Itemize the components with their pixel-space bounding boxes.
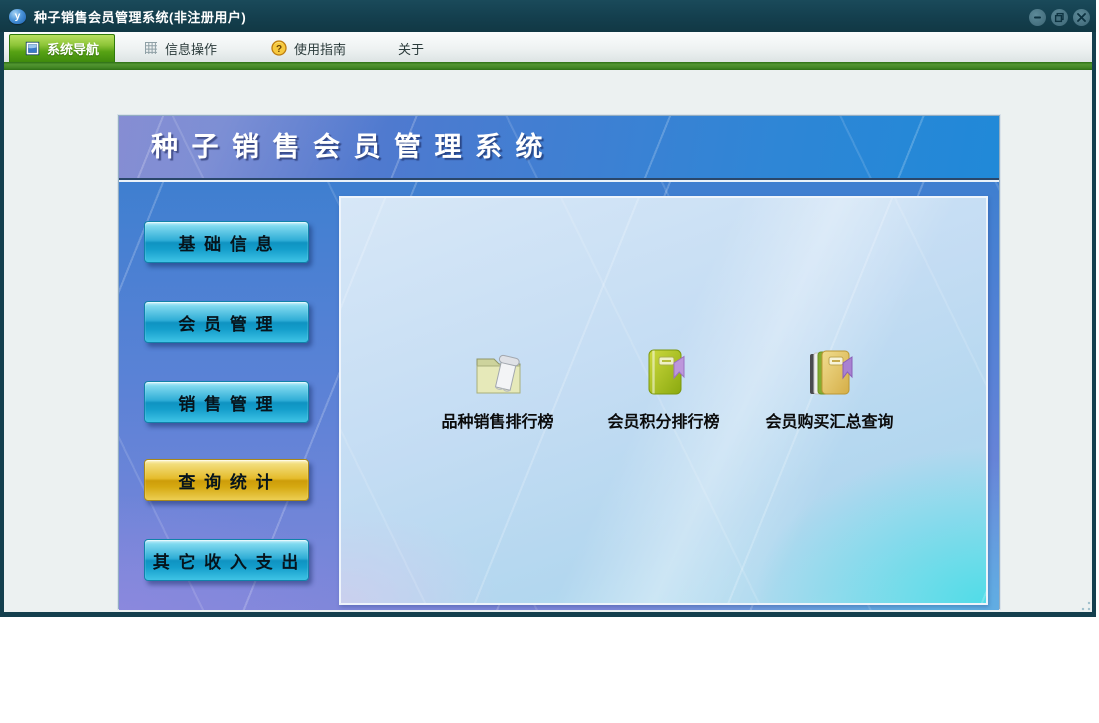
sidebar-button-sales-mgmt[interactable]: 销 售 管 理 <box>144 381 309 423</box>
shortcut-label: 会员购买汇总查询 <box>765 414 894 431</box>
banner-title: 种 子 销 售 会 员 管 理 系 统 <box>151 132 546 162</box>
menubar: 系统导航 信息操作 ? 使用指南 关于 <box>4 32 1092 62</box>
app-window: y 种子销售会员管理系统(非注册用户) 系统导航 信息操作 ? 使用指南 关于 … <box>0 0 1096 617</box>
blue-panel-icon <box>25 41 40 56</box>
menu-item-label: 关于 <box>398 41 425 57</box>
green-book-icon <box>648 349 684 395</box>
grid-icon <box>145 42 158 54</box>
close-icon <box>1077 13 1086 22</box>
book-stack-icon <box>809 350 852 395</box>
minimize-button[interactable] <box>1029 9 1046 26</box>
menu-item-info-ops[interactable]: 信息操作 <box>129 34 232 62</box>
restore-icon <box>1054 12 1064 23</box>
sidebar-button-member-mgmt[interactable]: 会 员 管 理 <box>144 301 309 343</box>
sidebar-button-query-stats[interactable]: 查 询 统 计 <box>144 459 309 501</box>
titlebar: y 种子销售会员管理系统(非注册用户) <box>0 0 1096 32</box>
shortcut-label: 会员积分排行榜 <box>607 414 720 431</box>
menu-item-about[interactable]: 关于 <box>383 34 439 62</box>
main-panel: 种 子 销 售 会 员 管 理 系 统 基 础 信 息 会 员 管 理 销 售 … <box>118 115 1000 610</box>
menu-item-label: 使用指南 <box>294 41 347 57</box>
minimize-icon <box>1034 16 1041 19</box>
folder-scroll-icon <box>476 354 520 394</box>
shortcut-panel: 品种销售排行榜 会员积分排行榜 会员购买汇总查询 <box>339 196 988 605</box>
shortcut-member-points-ranking[interactable]: 会员积分排行榜 <box>588 343 740 432</box>
help-glyph: ? <box>276 44 282 55</box>
window-title: 种子销售会员管理系统(非注册用户) <box>34 9 247 25</box>
banner: 种 子 销 售 会 员 管 理 系 统 <box>119 116 999 180</box>
close-button[interactable] <box>1073 9 1090 26</box>
sidebar-button-basic-info[interactable]: 基 础 信 息 <box>144 221 309 263</box>
accent-bar <box>4 62 1092 70</box>
help-coin-icon: ? <box>271 40 287 56</box>
menu-item-guide[interactable]: ? 使用指南 <box>256 34 361 62</box>
sidebar-button-other-income-expense[interactable]: 其 它 收 入 支 出 <box>144 539 309 581</box>
menu-item-label: 系统导航 <box>47 42 100 57</box>
shortcut-label: 品种销售排行榜 <box>441 414 554 431</box>
menu-item-system-nav[interactable]: 系统导航 <box>9 34 116 62</box>
restore-button[interactable] <box>1051 9 1068 26</box>
menu-item-label: 信息操作 <box>165 41 218 57</box>
page: y 种子销售会员管理系统(非注册用户) 系统导航 信息操作 ? 使用指南 关于 … <box>0 0 1099 723</box>
shortcut-member-purchase-summary[interactable]: 会员购买汇总查询 <box>754 343 906 432</box>
shortcut-row: 品种销售排行榜 会员积分排行榜 会员购买汇总查询 <box>341 343 986 432</box>
resize-grip[interactable] <box>1081 601 1091 611</box>
app-icon[interactable]: y <box>9 8 26 24</box>
shortcut-variety-sales-ranking[interactable]: 品种销售排行榜 <box>422 343 574 432</box>
window-controls <box>1029 9 1090 26</box>
